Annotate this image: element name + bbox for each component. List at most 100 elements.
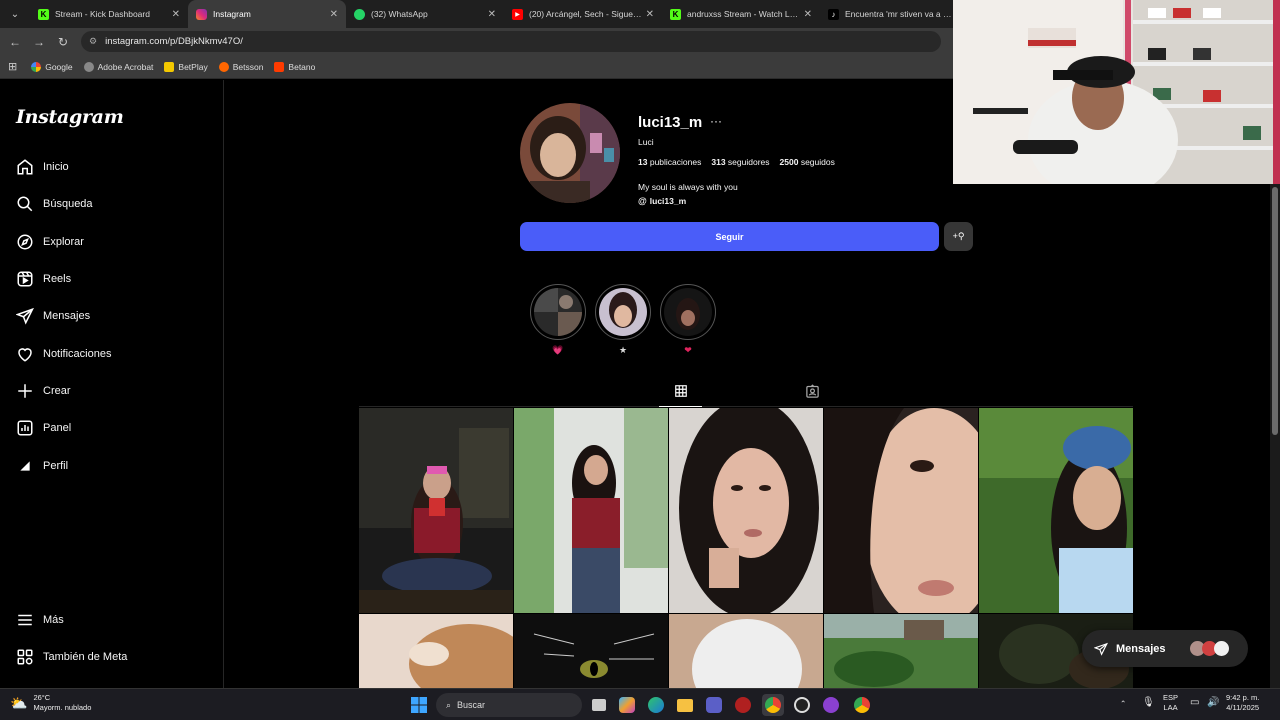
nav-item-mensajes[interactable]: Mensajes xyxy=(15,304,90,328)
edge-button[interactable] xyxy=(645,694,667,716)
teams-button[interactable] xyxy=(703,694,725,716)
nav-item-inicio[interactable]: Inicio xyxy=(15,155,69,179)
nav-item-crear[interactable]: Crear xyxy=(15,379,71,403)
story-highlight[interactable] xyxy=(530,284,586,340)
bookmark-betano[interactable]: Betano xyxy=(274,61,315,72)
followers-stat[interactable]: 313 seguidores xyxy=(711,157,769,167)
nav-item-busqueda[interactable]: Búsqueda xyxy=(15,192,93,216)
tab-search-button[interactable]: ⌄ xyxy=(4,4,26,24)
task-view-icon xyxy=(592,699,606,711)
search-label: Buscar xyxy=(457,700,486,710)
profile-username: luci13_m xyxy=(638,114,703,131)
bookmark-label: Adobe Acrobat xyxy=(97,61,154,72)
post-thumbnail[interactable] xyxy=(824,614,978,688)
post-thumbnail[interactable] xyxy=(669,408,823,613)
site-info-icon[interactable]: ⚙ xyxy=(89,36,97,47)
threads-link[interactable]: @ luci13_m xyxy=(638,196,686,206)
weather-text: Mayorm. nublado xyxy=(33,703,92,712)
threads-icon: @ xyxy=(638,196,647,206)
close-icon[interactable]: ✕ xyxy=(172,9,180,20)
profile-avatar[interactable] xyxy=(520,103,620,203)
nav-item-tambien-de-meta[interactable]: También de Meta xyxy=(15,645,127,669)
app-button[interactable] xyxy=(820,694,842,716)
profile-bio: My soul is always with you xyxy=(638,182,738,192)
language-indicator[interactable]: ESP LAA xyxy=(1163,693,1178,713)
post-thumbnail[interactable] xyxy=(514,408,668,613)
show-hidden-icons-button[interactable]: ⌃ xyxy=(1120,699,1126,709)
nav-label: Mensajes xyxy=(43,310,91,322)
posts-stat: 13 publicaciones xyxy=(638,157,701,167)
tab-label: Instagram xyxy=(213,9,251,19)
tab-whatsapp[interactable]: (32) WhatsApp ✕ xyxy=(346,0,504,28)
weather-widget[interactable]: ⛅ 26°C Mayorm. nublado xyxy=(10,693,91,713)
following-stat[interactable]: 2500 seguidos xyxy=(780,157,835,167)
post-thumbnail[interactable] xyxy=(824,408,978,613)
bookmark-google[interactable]: Google xyxy=(31,61,73,72)
post-thumbnail[interactable] xyxy=(669,614,823,688)
scrollbar-thumb[interactable] xyxy=(1272,187,1278,435)
tab-tiktok[interactable]: ♪ Encuentra 'mr stiven va a ser p xyxy=(820,0,960,28)
send-icon xyxy=(1094,642,1108,656)
close-icon[interactable]: ✕ xyxy=(646,9,654,20)
close-icon[interactable]: ✕ xyxy=(330,9,338,20)
tab-label: (32) WhatsApp xyxy=(371,9,428,19)
close-icon[interactable]: ✕ xyxy=(488,9,496,20)
nav-item-explorar[interactable]: Explorar xyxy=(15,230,84,254)
copilot-button[interactable] xyxy=(616,694,638,716)
network-icon[interactable]: ▭ xyxy=(1190,698,1199,708)
highlight-title: ★ xyxy=(618,345,628,355)
chrome-button[interactable] xyxy=(762,694,784,716)
google-icon xyxy=(31,61,42,72)
tab-instagram[interactable]: Instagram ✕ xyxy=(188,0,346,28)
story-highlight[interactable] xyxy=(595,284,651,340)
profile-tabs-divider xyxy=(359,406,1133,407)
windows-start-button[interactable] xyxy=(408,694,430,716)
instagram-logo[interactable]: Instagram xyxy=(16,106,124,128)
post-thumbnail[interactable] xyxy=(359,614,513,688)
chrome-icon xyxy=(854,697,870,713)
volume-icon[interactable]: 🔊 xyxy=(1207,698,1219,708)
follow-button[interactable]: Seguir xyxy=(520,222,939,251)
tab-label: (20) Arcángel, Sech - Sigues Con xyxy=(529,9,642,19)
url-input[interactable]: ⚙ instagram.com/p/DBjkNkmv47O/ xyxy=(81,31,941,52)
post-thumbnail[interactable] xyxy=(979,408,1133,613)
story-highlight[interactable] xyxy=(660,284,716,340)
microphone-icon[interactable]: 🎙 xyxy=(1142,698,1155,708)
folder-icon xyxy=(677,698,693,712)
time-text: 9:42 p. m. xyxy=(1226,693,1260,702)
tab-posts[interactable] xyxy=(659,384,702,407)
nav-item-notificaciones[interactable]: Notificaciones xyxy=(15,342,111,366)
back-button[interactable]: ← xyxy=(3,35,27,49)
nav-item-reels[interactable]: Reels xyxy=(15,267,71,291)
forward-button[interactable]: → xyxy=(27,35,51,49)
post-thumbnail[interactable] xyxy=(514,614,668,688)
nav-item-panel[interactable]: Panel xyxy=(15,416,71,440)
nav-item-perfil[interactable]: Perfil xyxy=(15,454,68,478)
tab-andruxss-stream[interactable]: K andruxss Stream - Watch Live o ✕ xyxy=(662,0,820,28)
app-button[interactable] xyxy=(732,694,754,716)
highlight-title: ❤ xyxy=(684,345,692,355)
bookmark-label: BetPlay xyxy=(178,61,208,72)
task-view-button[interactable] xyxy=(588,694,610,716)
clock[interactable]: 9:42 p. m. 4/11/2025 xyxy=(1226,693,1259,713)
obs-button[interactable] xyxy=(791,694,813,716)
messages-floating-button[interactable]: Mensajes xyxy=(1082,630,1248,667)
suggested-users-button[interactable]: +⚲ xyxy=(944,222,973,251)
chrome-profile-button[interactable] xyxy=(851,694,873,716)
file-explorer-button[interactable] xyxy=(674,694,696,716)
home-icon xyxy=(15,157,35,177)
more-options-icon[interactable]: ··· xyxy=(710,114,722,128)
nav-item-mas[interactable]: Más xyxy=(15,608,64,632)
bookmark-adobe-acrobat[interactable]: Adobe Acrobat xyxy=(83,61,154,72)
tab-kick-dashboard[interactable]: K Stream - Kick Dashboard ✕ xyxy=(30,0,188,28)
apps-grid-icon[interactable]: ⊞ xyxy=(8,60,17,73)
close-icon[interactable]: ✕ xyxy=(804,9,812,20)
post-thumbnail[interactable] xyxy=(359,408,513,613)
taskbar-search[interactable]: ⌕ Buscar xyxy=(436,693,582,717)
bookmark-betsson[interactable]: Betsson xyxy=(218,61,263,72)
reload-button[interactable]: ↻ xyxy=(51,35,75,49)
highlight-cover xyxy=(599,288,647,336)
tab-tagged[interactable] xyxy=(801,384,823,404)
bookmark-betplay[interactable]: BetPlay xyxy=(164,61,208,72)
tab-youtube[interactable]: ▶ (20) Arcángel, Sech - Sigues Con ✕ xyxy=(504,0,662,28)
